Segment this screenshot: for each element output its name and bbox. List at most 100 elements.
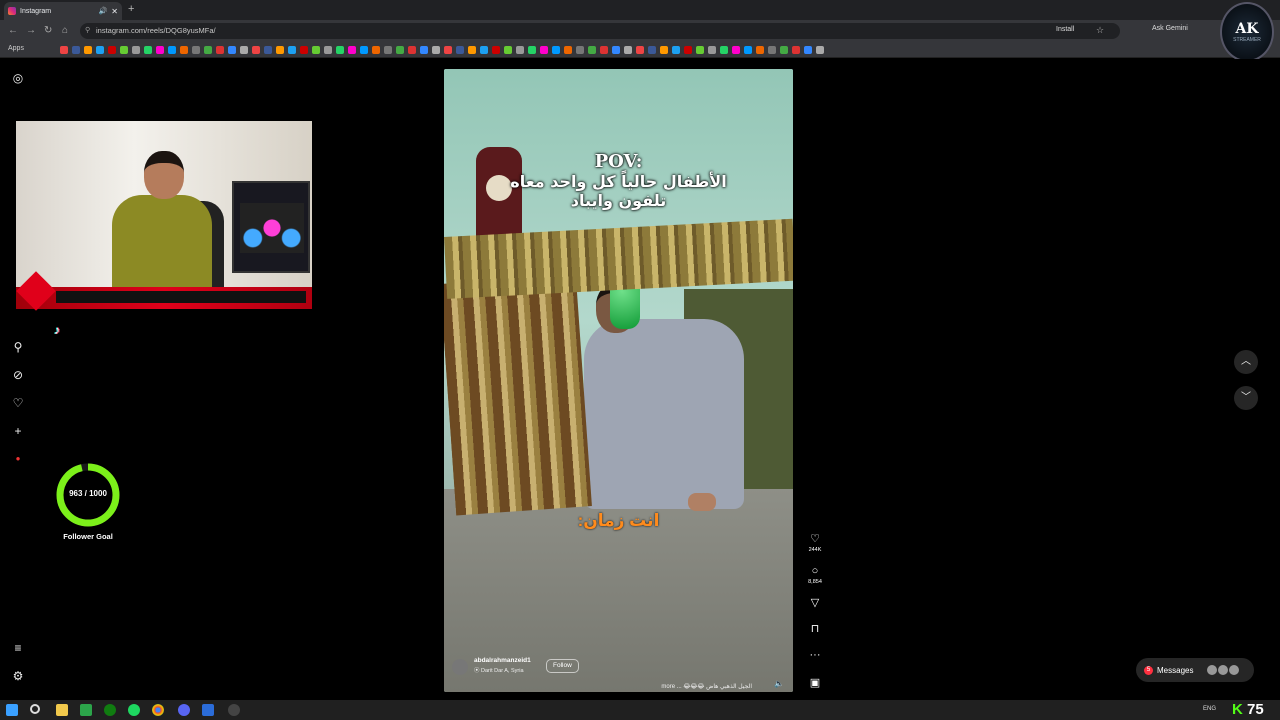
file-explorer-icon[interactable]	[56, 704, 68, 716]
audio-thumbnail-icon[interactable]: ▣	[810, 677, 820, 689]
home-icon[interactable]: ⌂	[62, 25, 68, 36]
bookmark-favicon-icon[interactable]	[288, 46, 296, 54]
audio-action[interactable]: ▣	[804, 673, 826, 691]
bookmark-favicon-icon[interactable]	[516, 46, 524, 54]
bookmark-favicon-icon[interactable]	[204, 46, 212, 54]
create-plus-icon[interactable]: +	[11, 424, 25, 438]
bookmark-favicon-icon[interactable]	[144, 46, 152, 54]
bookmark-favicon-icon[interactable]	[168, 46, 176, 54]
bookmark-favicon-icon[interactable]	[804, 46, 812, 54]
bookmark-favicon-icon[interactable]	[480, 46, 488, 54]
profile-icon[interactable]: ●	[11, 452, 25, 466]
bookmark-favicon-icon[interactable]	[348, 46, 356, 54]
more-action[interactable]: ···	[804, 645, 826, 663]
chrome-icon[interactable]	[152, 704, 164, 716]
search-icon[interactable]: ⚲	[11, 340, 25, 354]
save-action[interactable]: ⊓	[804, 619, 826, 637]
bookmark-favicon-icon[interactable]	[360, 46, 368, 54]
bookmark-favicon-icon[interactable]	[708, 46, 716, 54]
author-username[interactable]: abdalrahmanzeid1	[474, 657, 531, 664]
spotify-icon[interactable]	[128, 704, 140, 716]
bookmark-favicon-icon[interactable]	[432, 46, 440, 54]
bookmark-favicon-icon[interactable]	[216, 46, 224, 54]
bookmark-favicon-icon[interactable]	[744, 46, 752, 54]
share-icon[interactable]: ▽	[811, 597, 819, 609]
bookmark-favicon-icon[interactable]	[768, 46, 776, 54]
bookmark-favicon-icon[interactable]	[228, 46, 236, 54]
bookmark-favicon-icon[interactable]	[504, 46, 512, 54]
bookmark-favicon-icon[interactable]	[696, 46, 704, 54]
tab-instagram[interactable]: Instagram 🔊 ✕	[4, 2, 122, 20]
explore-icon[interactable]: ⊘	[11, 368, 25, 382]
comment-icon[interactable]: ○	[812, 565, 819, 577]
bookmark-favicon-icon[interactable]	[672, 46, 680, 54]
reload-icon[interactable]: ↻	[44, 25, 52, 36]
share-action[interactable]: ▽	[804, 593, 826, 611]
install-button[interactable]: Install	[1056, 26, 1074, 33]
reel-caption[interactable]: الجيل الذهبي هاض 😂😂😂 ... more	[452, 683, 752, 690]
bookmark-favicon-icon[interactable]	[180, 46, 188, 54]
bookmark-favicon-icon[interactable]	[468, 46, 476, 54]
bookmark-favicon-icon[interactable]	[552, 46, 560, 54]
bookmark-favicon-icon[interactable]	[456, 46, 464, 54]
bookmark-favicon-icon[interactable]	[300, 46, 308, 54]
bookmark-favicon-icon[interactable]	[372, 46, 380, 54]
bookmark-favicon-icon[interactable]	[612, 46, 620, 54]
messages-button[interactable]: 5 Messages	[1136, 658, 1254, 682]
bookmark-favicon-icon[interactable]	[384, 46, 392, 54]
bookmark-favicon-icon[interactable]	[408, 46, 416, 54]
bookmark-favicon-icon[interactable]	[444, 46, 452, 54]
reel-video[interactable]: POV: الأطفال حالياً كل واحد معاه تلفون و…	[444, 69, 793, 692]
bookmark-favicon-icon[interactable]	[732, 46, 740, 54]
heart-icon[interactable]: ♡	[810, 533, 820, 545]
bookmark-favicon-icon[interactable]	[336, 46, 344, 54]
new-tab-button[interactable]: +	[128, 3, 134, 15]
previous-reel-button[interactable]: ︿	[1234, 350, 1258, 374]
bookmark-icon[interactable]: ⊓	[811, 623, 820, 635]
xbox-icon[interactable]	[104, 704, 116, 716]
search-taskbar-icon[interactable]	[30, 704, 40, 714]
bookmark-favicon-icon[interactable]	[156, 46, 164, 54]
bookmark-favicon-icon[interactable]	[324, 46, 332, 54]
bookmark-favicon-icon[interactable]	[576, 46, 584, 54]
bookmark-favicon-icon[interactable]	[264, 46, 272, 54]
bookmark-favicon-icon[interactable]	[528, 46, 536, 54]
back-icon[interactable]: ←	[8, 25, 18, 36]
bookmark-favicon-icon[interactable]	[84, 46, 92, 54]
bookmark-favicon-icon[interactable]	[564, 46, 572, 54]
author-location[interactable]: ⦿ Darit Dar A, Syria	[474, 666, 524, 674]
author-avatar[interactable]	[452, 659, 468, 675]
discord-icon[interactable]	[178, 704, 190, 716]
bookmark-favicon-icon[interactable]	[276, 46, 284, 54]
bookmark-favicon-icon[interactable]	[132, 46, 140, 54]
bookmark-favicon-icon[interactable]	[600, 46, 608, 54]
speaker-icon[interactable]: 🔊	[99, 7, 108, 15]
close-tab-icon[interactable]: ✕	[111, 7, 118, 16]
address-bar[interactable]: ⚲ instagram.com/reels/DQG8yusMFa/	[80, 23, 1120, 39]
bookmark-favicon-icon[interactable]	[252, 46, 260, 54]
notifications-heart-icon[interactable]: ♡	[11, 396, 25, 410]
bookmark-favicon-icon[interactable]	[660, 46, 668, 54]
bookmark-favicon-icon[interactable]	[396, 46, 404, 54]
store-icon[interactable]	[80, 704, 92, 716]
also-from-meta-icon[interactable]: ⚙	[11, 669, 25, 683]
bookmark-favicon-icon[interactable]	[636, 46, 644, 54]
bookmark-favicon-icon[interactable]	[312, 46, 320, 54]
bookmark-favicon-icon[interactable]	[192, 46, 200, 54]
site-info-icon[interactable]: ⚲	[85, 26, 90, 34]
follow-button[interactable]: Follow	[546, 659, 579, 673]
forward-icon[interactable]: →	[26, 25, 36, 36]
mute-icon[interactable]: 🔈	[774, 679, 784, 688]
bookmark-favicon-icon[interactable]	[492, 46, 500, 54]
like-action[interactable]: ♡ 244K	[804, 529, 826, 553]
bookmark-favicon-icon[interactable]	[420, 46, 428, 54]
bookmark-favicon-icon[interactable]	[624, 46, 632, 54]
bookmark-favicon-icon[interactable]	[72, 46, 80, 54]
obs-icon[interactable]	[228, 704, 240, 716]
bookmark-star-icon[interactable]: ☆	[1096, 25, 1104, 36]
next-reel-button[interactable]: ﹀	[1234, 386, 1258, 410]
more-icon[interactable]: ···	[810, 649, 821, 661]
app-icon[interactable]	[202, 704, 214, 716]
bookmark-favicon-icon[interactable]	[240, 46, 248, 54]
more-menu-icon[interactable]: ≡	[11, 641, 25, 655]
